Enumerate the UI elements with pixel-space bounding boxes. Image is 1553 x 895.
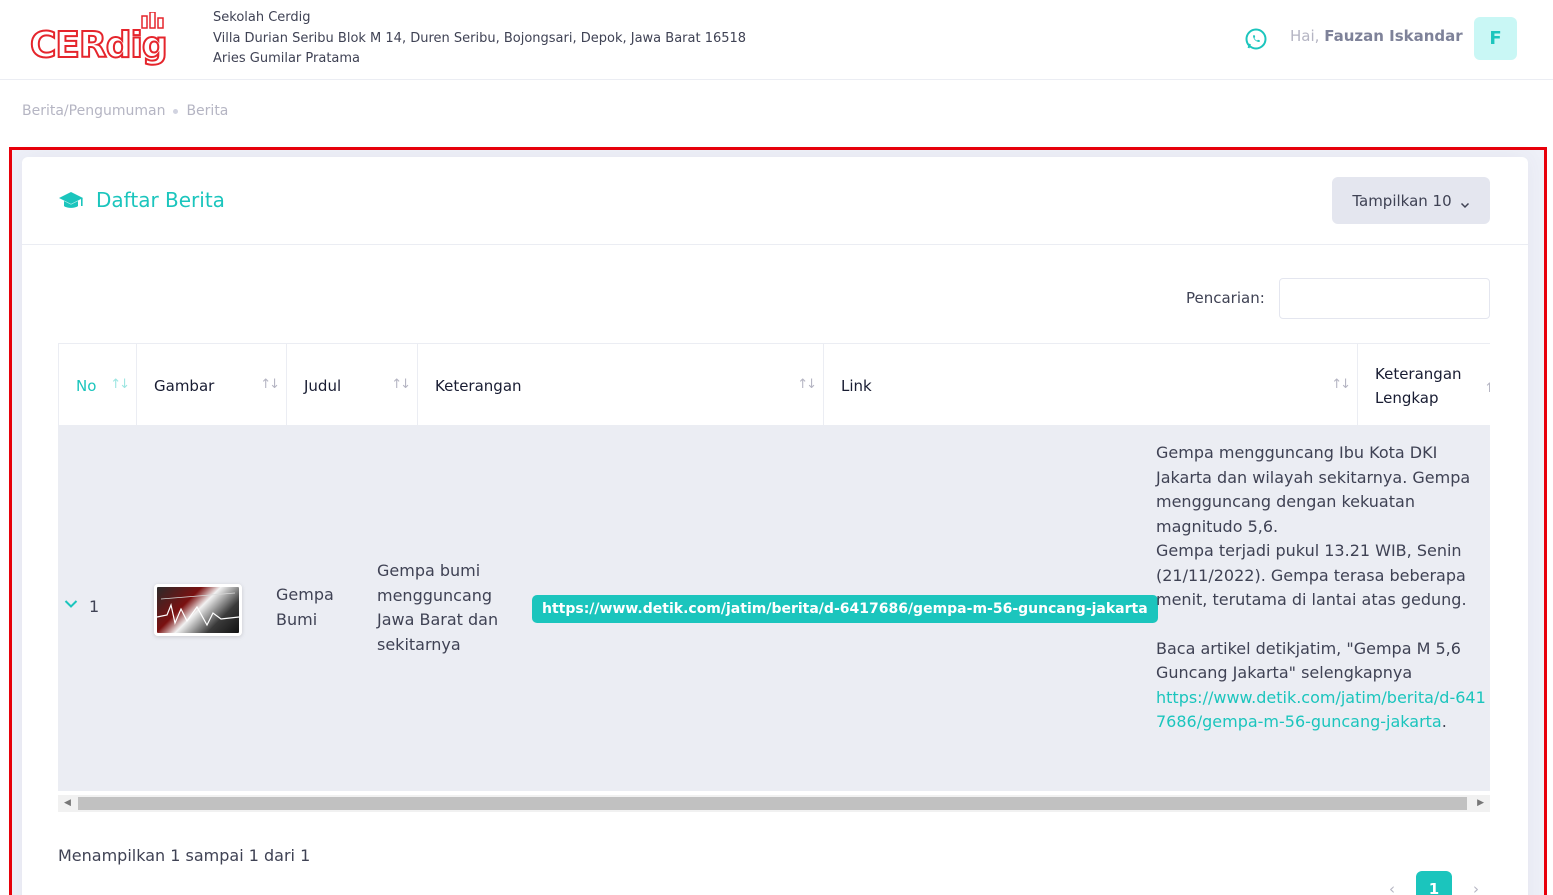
column-header-keterangan-lengkap[interactable]: Keterangan Lengkap ↑ [1358,344,1490,427]
card-title: Daftar Berita [58,188,225,212]
column-header-keterangan[interactable]: Keterangan ↑↓ [418,344,824,427]
cerdig-logo[interactable]: CERdig [29,11,196,70]
show-entries-dropdown[interactable]: Tampilkan 10 [1332,177,1490,224]
full-paragraph-2: Gempa terjadi pukul 13.21 WIB, Senin (21… [1156,541,1467,609]
column-label: No [76,376,97,395]
user-name: Fauzan Iskandar [1324,27,1463,45]
user-greeting[interactable]: Hai, Fauzan Iskandar [1290,27,1463,45]
breadcrumb-item-berita-pengumuman[interactable]: Berita/Pengumuman [22,103,165,119]
scroll-left-arrow-icon[interactable]: ◀ [64,798,71,808]
column-header-no[interactable]: No ↑↓ [59,344,137,427]
news-thumbnail-image[interactable] [154,584,242,636]
chevron-down-icon [1460,196,1470,208]
row-link-badge[interactable]: https://www.detik.com/jatim/berita/d-641… [532,595,1158,623]
full-article-link[interactable]: https://www.detik.com/jatim/berita/d-641… [1156,688,1486,732]
table-info: Menampilkan 1 sampai 1 dari 1 [58,846,311,865]
sort-icon: ↑↓ [391,377,411,392]
full-paragraph-3: Baca artikel detikjatim, "Gempa M 5,6 Gu… [1156,638,1461,683]
row-keterangan-lengkap: Gempa mengguncang Ibu Kota DKI Jakarta d… [1156,441,1486,735]
whatsapp-icon[interactable] [1244,27,1268,51]
graduation-cap-icon [58,190,84,210]
scrollbar-thumb[interactable] [78,797,1467,810]
greeting-text: Hai, [1290,27,1320,45]
table-row[interactable]: 1 Gempa Bumi Gempa bumi mengguncang Jawa… [58,426,1490,791]
full-end: . [1441,712,1447,731]
breadcrumb-item-berita[interactable]: Berita [186,103,228,119]
row-judul: Gempa Bumi [276,585,334,629]
svg-text:CERdig: CERdig [30,25,167,66]
pagination-page-1[interactable]: 1 [1416,871,1452,895]
top-header: CERdig Sekolah Cerdig Villa Durian Serib… [0,0,1553,80]
search-label: Pencarian: [1186,289,1265,307]
highlighted-content-area: Daftar Berita Tampilkan 10 Pencarian: No… [9,147,1547,895]
pagination-prev-button[interactable]: ‹ [1374,871,1410,895]
school-person: Aries Gumilar Pratama [213,51,361,66]
sort-icon: ↑↓ [260,377,280,392]
card-title-text: Daftar Berita [96,188,225,212]
full-paragraph-1: Gempa mengguncang Ibu Kota DKI Jakarta d… [1156,443,1471,536]
column-label: Keterangan Lengkap [1375,364,1462,407]
column-label: Link [841,376,872,395]
table-header: No ↑↓ Gambar ↑↓ Judul ↑↓ Keterangan ↑↓ L… [58,343,1490,427]
column-label: Keterangan [435,376,522,395]
card-header: Daftar Berita Tampilkan 10 [22,157,1528,245]
sort-icon: ↑↓ [110,377,130,392]
avatar[interactable]: F [1474,17,1517,60]
sort-icon: ↑↓ [1331,377,1351,392]
scroll-right-arrow-icon[interactable]: ▶ [1477,798,1484,808]
search-input[interactable] [1279,278,1490,319]
full-link-line: https://www.detik.com/jatim/berita/d-641… [1156,686,1486,735]
column-header-gambar[interactable]: Gambar ↑↓ [137,344,287,427]
column-header-link[interactable]: Link ↑↓ [824,344,1358,427]
pagination: ‹ 1 › [1374,871,1494,895]
show-entries-label: Tampilkan 10 [1352,191,1452,210]
column-label: Gambar [154,376,215,395]
sort-icon: ↑ [1484,381,1490,396]
school-name: Sekolah Cerdig [213,10,311,25]
school-address: Villa Durian Seribu Blok M 14, Duren Ser… [213,30,747,46]
horizontal-scrollbar[interactable]: ◀ ▶ [58,795,1490,812]
chevron-down-icon[interactable] [64,594,78,608]
news-card: Daftar Berita Tampilkan 10 Pencarian: No… [22,157,1528,895]
breadcrumb: Berita/Pengumuman Berita [22,103,228,119]
sort-icon: ↑↓ [797,377,817,392]
row-keterangan: Gempa bumi mengguncang Jawa Barat dan se… [377,561,499,654]
news-table: No ↑↓ Gambar ↑↓ Judul ↑↓ Keterangan ↑↓ L… [58,343,1490,793]
breadcrumb-separator [173,108,179,114]
column-header-judul[interactable]: Judul ↑↓ [287,344,418,427]
pagination-next-button[interactable]: › [1458,871,1494,895]
row-number: 1 [89,597,100,616]
column-label: Judul [304,376,342,395]
school-info: Sekolah Cerdig Villa Durian Seribu Blok … [213,8,746,70]
